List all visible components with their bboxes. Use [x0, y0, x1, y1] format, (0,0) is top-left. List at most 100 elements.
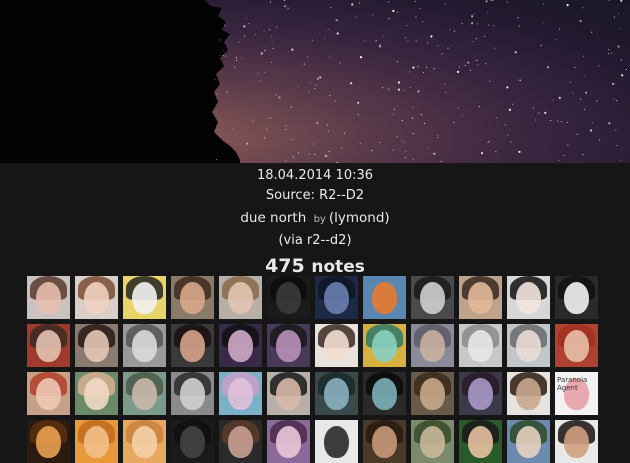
avatar[interactable] [123, 372, 166, 415]
avatar[interactable] [123, 276, 166, 319]
avatar[interactable]: Paranoia Agent [555, 372, 598, 415]
avatar[interactable] [123, 420, 166, 463]
avatar[interactable] [411, 420, 454, 463]
star [422, 71, 424, 73]
avatar[interactable] [411, 372, 454, 415]
avatar[interactable] [75, 276, 118, 319]
star [397, 11, 399, 13]
star [610, 52, 612, 54]
star [355, 16, 357, 18]
star [308, 91, 310, 93]
avatar[interactable] [459, 372, 502, 415]
star [330, 7, 332, 9]
avatar[interactable] [507, 276, 550, 319]
avatar[interactable] [459, 276, 502, 319]
star [388, 89, 390, 91]
avatar[interactable] [171, 324, 214, 367]
star [506, 86, 509, 89]
source-link[interactable]: R2--D2 [319, 188, 364, 203]
avatar[interactable] [555, 324, 598, 367]
star [506, 1, 508, 3]
star [303, 63, 305, 65]
avatar[interactable] [411, 276, 454, 319]
avatar[interactable] [75, 372, 118, 415]
star [327, 28, 329, 30]
avatar[interactable] [267, 372, 310, 415]
star [495, 150, 497, 153]
via-link[interactable]: (via r2--d2) [0, 231, 630, 251]
avatar[interactable] [219, 420, 262, 463]
avatar[interactable] [219, 372, 262, 415]
avatar[interactable] [75, 324, 118, 367]
star [550, 119, 552, 122]
star [270, 35, 272, 38]
avatar[interactable] [507, 324, 550, 367]
avatar[interactable] [315, 276, 358, 319]
star [540, 44, 542, 47]
star [403, 89, 405, 91]
star [445, 91, 447, 93]
star [270, 61, 273, 64]
star [459, 66, 461, 68]
avatar[interactable] [27, 276, 70, 319]
avatar[interactable] [555, 420, 598, 463]
avatar[interactable] [267, 420, 310, 463]
avatar[interactable] [27, 324, 70, 367]
star [285, 160, 287, 162]
avatar[interactable] [507, 420, 550, 463]
star [363, 40, 366, 42]
avatar[interactable] [459, 420, 502, 463]
star [285, 124, 287, 127]
avatar[interactable] [171, 276, 214, 319]
star [216, 158, 218, 161]
star [232, 127, 234, 129]
avatar-face [564, 282, 589, 314]
avatar[interactable] [411, 324, 454, 367]
avatar[interactable] [363, 372, 406, 415]
star [608, 0, 610, 1]
star [518, 150, 521, 153]
avatar[interactable] [219, 324, 262, 367]
star [507, 134, 509, 136]
avatar-face [228, 282, 253, 314]
avatar-face [228, 378, 253, 410]
star [424, 123, 426, 125]
avatar[interactable] [219, 276, 262, 319]
star [478, 106, 480, 108]
avatar[interactable] [267, 324, 310, 367]
star [382, 35, 384, 37]
star [412, 133, 414, 135]
star [252, 120, 254, 122]
avatar-face [324, 378, 349, 410]
avatar[interactable] [267, 276, 310, 319]
avatar[interactable] [27, 372, 70, 415]
star [538, 112, 540, 114]
avatar[interactable] [171, 372, 214, 415]
star [235, 59, 238, 61]
avatar[interactable] [315, 420, 358, 463]
author-link[interactable]: lymond [334, 210, 384, 226]
avatar[interactable] [315, 324, 358, 367]
avatar[interactable] [363, 420, 406, 463]
star [476, 59, 478, 61]
star [290, 106, 292, 108]
avatar[interactable] [363, 324, 406, 367]
avatar[interactable] [363, 276, 406, 319]
avatar[interactable] [555, 276, 598, 319]
star [625, 69, 628, 71]
avatar[interactable] [75, 420, 118, 463]
avatar[interactable] [459, 324, 502, 367]
star [580, 98, 582, 100]
avatar[interactable] [27, 420, 70, 463]
star [467, 61, 470, 64]
avatar-face [564, 426, 589, 458]
star [472, 40, 474, 43]
star [617, 45, 620, 48]
avatar[interactable] [315, 372, 358, 415]
avatar[interactable] [171, 420, 214, 463]
avatar[interactable] [123, 324, 166, 367]
avatar[interactable] [507, 372, 550, 415]
star [264, 137, 266, 139]
star [417, 90, 420, 93]
star [382, 87, 384, 89]
